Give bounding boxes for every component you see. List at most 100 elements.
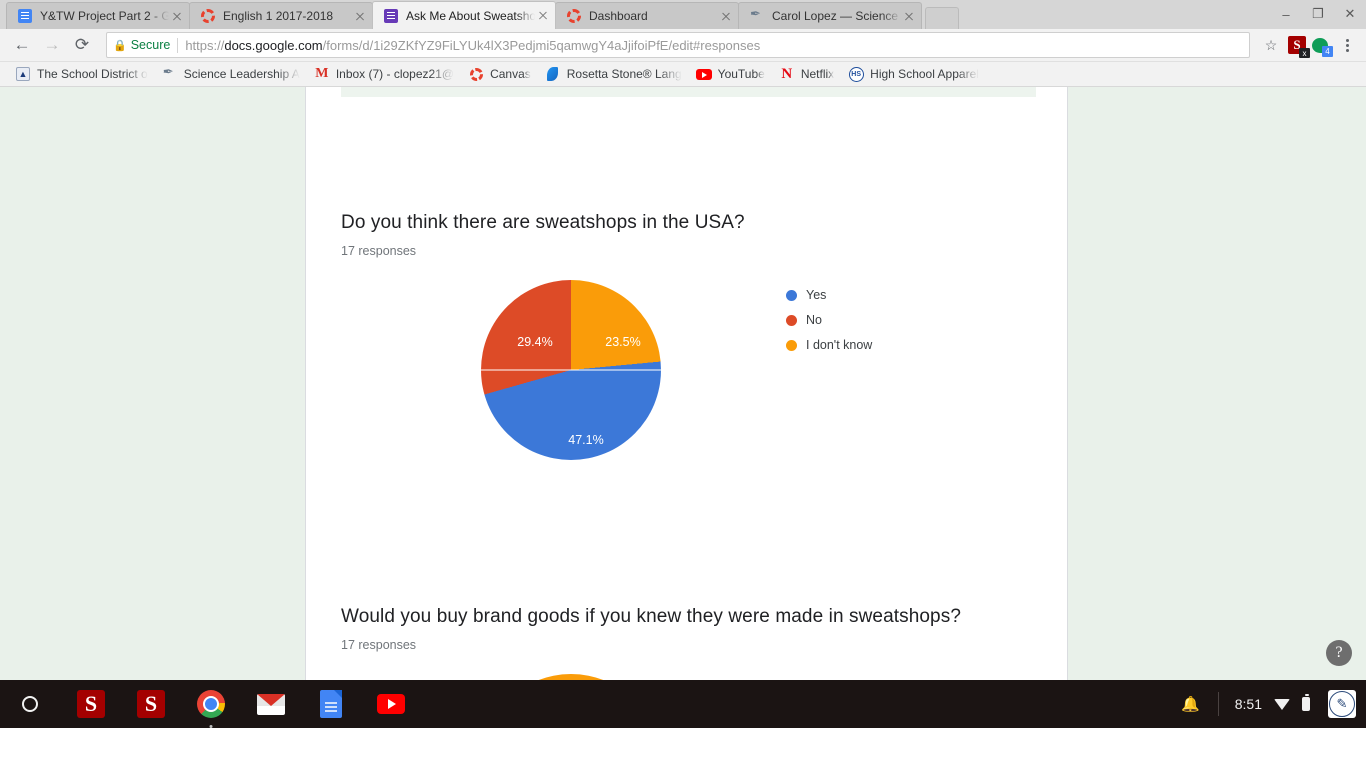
bookmark-item-school-district[interactable]: ▲ The School District o xyxy=(8,63,155,85)
browser-tab-4[interactable]: Carol Lopez — Science L xyxy=(738,2,922,29)
tab-title: Carol Lopez — Science L xyxy=(772,9,901,23)
smart-s-app-icon[interactable]: S xyxy=(76,689,106,719)
pie-chart-1: 23.5% 47.1% 29.4% Yes No I don't know xyxy=(341,280,1041,510)
gmail-icon: M xyxy=(315,66,329,81)
bookmark-star-icon[interactable]: ☆ xyxy=(1260,34,1282,56)
chrome-menu-icon[interactable] xyxy=(1336,33,1358,57)
smart-s-app-2-icon[interactable]: S xyxy=(136,689,166,719)
chat-extension-icon[interactable]: 4 xyxy=(1312,37,1333,57)
bookmark-item-science-leadership[interactable]: Science Leadership A xyxy=(155,63,307,85)
app-label: S xyxy=(77,690,105,718)
address-bar[interactable]: 🔒 Secure https://docs.google.com/forms/d… xyxy=(106,32,1250,58)
close-window-icon[interactable]: ✕ xyxy=(1334,0,1366,28)
bookmark-label: High School Apparel xyxy=(870,67,979,81)
security-status-label: Secure xyxy=(130,38,171,52)
pie-label-yes: 47.1% xyxy=(568,433,604,447)
google-forms-icon xyxy=(383,8,399,24)
bookmark-label: Science Leadership A xyxy=(183,67,300,81)
extension-badge: x xyxy=(1299,48,1310,58)
smart-extension-icon[interactable]: Sx xyxy=(1288,36,1310,58)
netflix-icon: N xyxy=(781,66,793,82)
notification-bell-icon[interactable]: 🔔 xyxy=(1169,695,1212,713)
question-block-1: Do you think there are sweatshops in the… xyxy=(341,210,1041,510)
chat-badge: 4 xyxy=(1322,45,1333,57)
bookmark-label: Netflix xyxy=(800,67,835,81)
legend-color-swatch xyxy=(786,339,797,351)
lock-icon: 🔒 xyxy=(113,39,127,52)
reload-icon[interactable]: ⟳ xyxy=(68,31,96,59)
maximize-icon[interactable]: ❐ xyxy=(1302,0,1334,28)
pie-graphic[interactable]: 23.5% 47.1% 29.4% xyxy=(481,280,661,460)
bookmark-item-canvas[interactable]: Canvas xyxy=(461,63,538,85)
back-icon[interactable]: ← xyxy=(8,31,36,59)
close-icon[interactable] xyxy=(352,8,368,24)
bookmark-label: Rosetta Stone® Lang xyxy=(566,67,682,81)
tray-status-group[interactable]: 8:51 xyxy=(1225,694,1320,712)
high-school-apparel-icon: HS xyxy=(848,66,864,82)
canvas-icon xyxy=(468,66,484,82)
os-shelf: S S 🔔 8:51 ✎ xyxy=(0,680,1366,728)
legend-label: I don't know xyxy=(806,338,873,352)
system-tray: 🔔 8:51 ✎ xyxy=(1169,680,1356,728)
bookmark-label: The School District o xyxy=(37,67,148,81)
bookmark-label: Inbox (7) - clopez21@ xyxy=(335,67,455,81)
legend-item-yes[interactable]: Yes xyxy=(786,288,872,302)
gmail-icon[interactable] xyxy=(256,689,286,719)
help-button[interactable]: ? xyxy=(1326,640,1352,666)
form-responses-card: Non payed or very lowly payed workers in… xyxy=(305,87,1068,680)
legend-label: Yes xyxy=(806,288,827,302)
legend-color-swatch xyxy=(786,314,797,326)
school-district-icon: ▲ xyxy=(15,66,31,82)
close-icon[interactable] xyxy=(169,8,185,24)
bookmark-item-youtube[interactable]: YouTube xyxy=(689,63,772,85)
forward-icon[interactable]: → xyxy=(38,31,66,59)
shelf-app-list: S S xyxy=(76,689,406,728)
app-label: S xyxy=(137,690,165,718)
pie-label-no: 29.4% xyxy=(517,335,553,349)
pie-legend-1: Yes No I don't know xyxy=(786,288,872,363)
tab-title: Dashboard xyxy=(589,9,648,23)
tab-title: Y&TW Project Part 2 - Go xyxy=(40,9,169,23)
google-docs-icon[interactable] xyxy=(316,689,346,719)
browser-toolbar: ← → ⟳ 🔒 Secure https://docs.google.com/f… xyxy=(0,29,1366,62)
bookmark-item-high-school-apparel[interactable]: HS High School Apparel xyxy=(841,63,986,85)
question-title: Would you buy brand goods if you knew th… xyxy=(341,606,961,627)
chrome-icon[interactable] xyxy=(196,689,226,728)
bookmark-item-netflix[interactable]: N Netflix xyxy=(772,63,841,85)
url-scheme: https:// xyxy=(185,37,225,53)
clipped-response-chip: Non payed or very lowly payed workers in… xyxy=(341,87,1036,97)
legend-item-no[interactable]: No xyxy=(786,313,872,327)
question-title: Do you think there are sweatshops in the… xyxy=(341,212,745,233)
legend-item-i-dont-know[interactable]: I don't know xyxy=(786,338,872,352)
bookmark-item-rosetta-stone[interactable]: Rosetta Stone® Lang xyxy=(538,63,689,85)
google-docs-icon xyxy=(17,8,33,24)
minimize-icon[interactable]: – xyxy=(1270,0,1302,28)
youtube-icon xyxy=(695,66,712,82)
omnibox-divider xyxy=(177,37,179,53)
bookmark-label: Canvas xyxy=(490,67,531,81)
close-icon[interactable] xyxy=(901,8,917,24)
tab-title: Ask Me About Sweatsho xyxy=(406,8,535,23)
wifi-icon xyxy=(1274,698,1290,710)
canvas-icon xyxy=(566,8,582,24)
launcher-icon[interactable] xyxy=(22,696,38,712)
pie-label-i-dont-know: 23.5% xyxy=(605,335,641,349)
window-controls: – ❐ ✕ xyxy=(1270,0,1366,28)
science-leadership-icon xyxy=(749,6,765,24)
bookmark-item-inbox[interactable]: M Inbox (7) - clopez21@ xyxy=(307,63,461,85)
clock: 8:51 xyxy=(1234,696,1262,712)
battery-icon xyxy=(1302,694,1310,711)
browser-tab-0[interactable]: Y&TW Project Part 2 - Go xyxy=(6,2,190,29)
url-text: https://docs.google.com/forms/d/1i29ZKfY… xyxy=(185,38,1243,53)
close-icon[interactable] xyxy=(535,8,551,24)
avatar[interactable]: ✎ xyxy=(1328,690,1356,718)
youtube-icon[interactable] xyxy=(376,689,406,719)
close-icon[interactable] xyxy=(718,8,734,24)
new-tab-button[interactable] xyxy=(925,7,959,29)
browser-tab-3[interactable]: Dashboard xyxy=(555,2,739,29)
url-host: docs.google.com xyxy=(224,37,323,53)
browser-tab-1[interactable]: English 1 2017-2018 xyxy=(189,2,373,29)
browser-tab-2-active[interactable]: Ask Me About Sweatsho xyxy=(372,1,556,29)
bookmark-label: YouTube xyxy=(717,67,765,81)
canvas-icon xyxy=(200,8,216,24)
